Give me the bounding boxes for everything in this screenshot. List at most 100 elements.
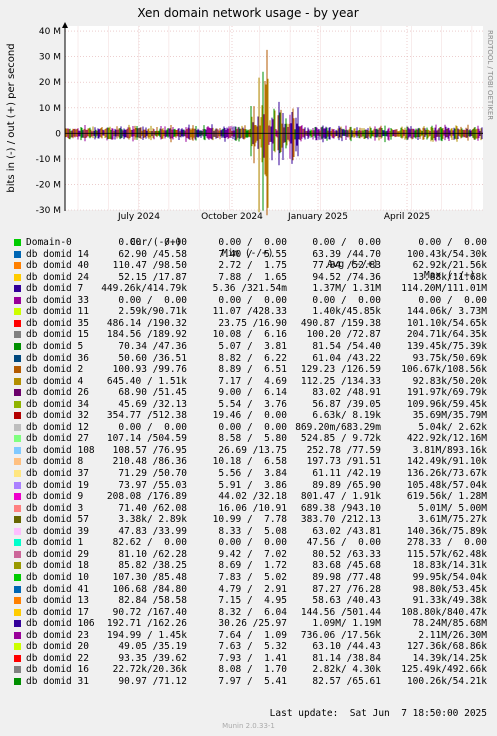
legend-swatch	[14, 342, 21, 350]
legend-min: 19.46 / 0.00	[212, 410, 287, 422]
legend-swatch	[14, 435, 21, 443]
legend-cur: 645.40 / 1.51k	[106, 375, 187, 387]
legend-swatch	[14, 377, 21, 385]
legend-max: 0.00 / 0.00	[418, 294, 487, 306]
legend-min: 0.00 / 0.00	[218, 421, 287, 433]
legend-min: 5.07 / 3.81	[218, 340, 287, 352]
legend-max: 140.36k/75.89k	[406, 525, 487, 537]
legend-series-name: db domid 12	[26, 421, 89, 433]
legend-cur: 184.56 /189.92	[106, 329, 187, 341]
legend-row: db domid 23 194.99 / 1.45k 7.64 / 1.09 736.…	[0, 630, 497, 641]
legend-avg: 87.27 /76.28	[312, 583, 381, 595]
legend-cur: 49.05 /35.19	[118, 641, 187, 653]
legend-min: 11.07 /428.33	[212, 306, 287, 318]
legend-cur: 106.68 /84.80	[112, 583, 187, 595]
x-tick-label: January 2025	[287, 212, 348, 222]
legend-min: 16.06 /10.91	[218, 502, 287, 514]
legend-row: db domid 13 82.84 /58.58 7.15 / 4.95 58.63 …	[0, 595, 497, 606]
legend-max: 125.49k/492.66k	[401, 664, 487, 676]
legend-row: db domid 14 62.90 /45.58 7.40 / 5.55 63.39 …	[0, 249, 497, 260]
legend-max: 3.81M/893.16k	[412, 444, 487, 456]
legend-swatch	[14, 481, 21, 489]
legend-min: 8.89 / 6.51	[218, 364, 287, 376]
legend-avg: 80.52 /63.33	[312, 548, 381, 560]
legend-series-name: db domid 22	[26, 652, 89, 664]
legend-max: 106.67k/108.56k	[401, 364, 487, 376]
legend-min: 4.79 / 2.91	[218, 583, 287, 595]
legend-max: 144.06k/ 3.73M	[406, 306, 487, 318]
legend-min: 7.64 / 1.09	[218, 629, 287, 641]
legend-cur: 210.48 /86.36	[112, 456, 187, 468]
legend-swatch	[14, 643, 21, 651]
legend-swatch	[14, 654, 21, 662]
legend-row: db domid 32 354.77 /512.38 19.46 / 0.00 6.6…	[0, 410, 497, 421]
legend-max: 35.69M/35.79M	[412, 410, 487, 422]
legend-swatch	[14, 319, 21, 327]
legend-series-name: db domid 20	[26, 641, 89, 653]
legend-cur: 70.34 /47.36	[118, 340, 187, 352]
legend-max: 619.56k/ 1.28M	[406, 491, 487, 503]
legend-avg: 383.70 /212.13	[300, 514, 381, 526]
legend-avg: 869.20m/683.29m	[295, 421, 381, 433]
legend-max: 114.20M/111.01M	[401, 283, 487, 295]
legend-row: db domid 24 52.15 /17.87 7.88 / 1.65 94.52 …	[0, 272, 497, 283]
legend-avg: 129.23 /126.59	[300, 364, 381, 376]
legend-swatch	[14, 677, 21, 685]
legend-row: db domid 106 192.71 /162.26 30.26 /25.97 1.…	[0, 618, 497, 629]
legend-min: 5.54 / 3.76	[218, 398, 287, 410]
legend-max: 191.97k/69.79k	[406, 387, 487, 399]
legend-row: db domid 31 90.97 /71.12 7.97 / 5.41 82.57 …	[0, 676, 497, 687]
y-tick-label: 40 M	[39, 27, 61, 37]
legend-cur: 52.15 /17.87	[118, 271, 187, 283]
legend-max: 422.92k/12.16M	[406, 433, 487, 445]
legend-cur: 486.14 /190.32	[106, 317, 187, 329]
y-tick-label: 10 M	[39, 104, 61, 114]
x-tick-label: April 2025	[384, 212, 430, 222]
legend-cur: 90.97 /71.12	[118, 675, 187, 687]
legend-avg: 2.82k/ 4.30k	[312, 664, 381, 676]
legend-avg: 252.78 /77.59	[306, 444, 381, 456]
legend-min: 8.33 / 5.08	[218, 525, 287, 537]
legend-min: 7.63 / 5.32	[218, 641, 287, 653]
legend-avg: 63.02 /43.81	[312, 525, 381, 537]
legend-series-name: db domid 34	[26, 398, 89, 410]
legend-max: 78.24M/85.68M	[412, 618, 487, 630]
legend-avg: 89.89 /65.90	[312, 479, 381, 491]
legend-max: 101.10k/54.65k	[406, 317, 487, 329]
legend-swatch	[14, 620, 21, 628]
y-tick-label: 20 M	[39, 78, 61, 88]
legend-cur: 50.60 /36.51	[118, 352, 187, 364]
y-tick-label: -10 M	[36, 155, 61, 165]
legend-series-name: db domid 3	[26, 502, 84, 514]
legend-swatch	[14, 597, 21, 605]
legend-avg: 0.00 / 0.00	[312, 294, 381, 306]
legend-series-name: db domid 10	[26, 571, 89, 583]
legend-min: 8.08 / 1.70	[218, 664, 287, 676]
legend-series-name: db domid 2	[26, 364, 84, 376]
legend-swatch	[14, 296, 21, 304]
legend-max: 278.33 / 0.00	[406, 537, 487, 549]
legend-cur: 85.82 /38.25	[118, 560, 187, 572]
legend-avg: 58.63 /40.43	[312, 595, 381, 607]
legend-swatch	[14, 493, 21, 501]
legend-max: 142.49k/91.10k	[406, 456, 487, 468]
legend-max: 14.39k/14.25k	[412, 652, 487, 664]
legend-series-name: db domid 4	[26, 375, 84, 387]
legend-swatch	[14, 400, 21, 408]
legend-row: db domid 5 70.34 /47.36 5.07 / 3.81 81.54 /…	[0, 341, 497, 352]
legend-avg: 0.00 / 0.00	[312, 237, 381, 248]
y-axis-arrow	[62, 22, 68, 28]
legend-cur: 82.84 /58.58	[118, 595, 187, 607]
legend-cur: 81.10 /62.28	[118, 548, 187, 560]
legend-min: 7.97 / 5.41	[218, 675, 287, 687]
chart: Xen domain network usage - by year bits …	[6, 6, 494, 222]
chart-title: Xen domain network usage - by year	[137, 6, 358, 20]
legend-min: 9.42 / 7.02	[218, 548, 287, 560]
legend-series-name: db domid 14	[26, 248, 89, 260]
legend-swatch	[14, 250, 21, 258]
legend-avg: 83.68 /45.68	[312, 560, 381, 572]
legend-swatch	[14, 458, 21, 466]
legend-avg: 89.98 /77.48	[312, 571, 381, 583]
legend-cur: 107.30 /85.48	[112, 571, 187, 583]
y-tick-label: -20 M	[36, 180, 61, 190]
